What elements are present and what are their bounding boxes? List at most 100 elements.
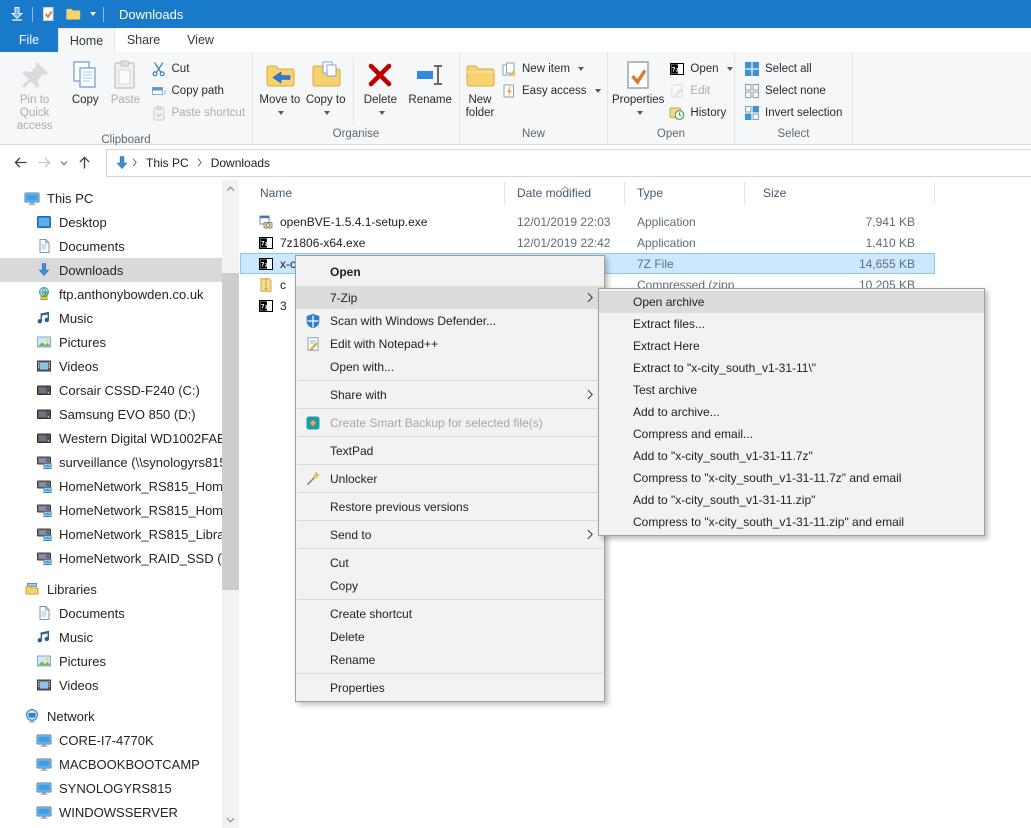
sidebar-item-western-digital-wd1002faex-e[interactable]: Western Digital WD1002FAEX (E bbox=[0, 426, 222, 450]
tab-home[interactable]: Home bbox=[58, 28, 115, 52]
sidebar-item-surveillance-synologyrs815-h[interactable]: surveillance (\\synologyrs815.h bbox=[0, 450, 222, 474]
scrollbar-up-arrow-icon[interactable] bbox=[222, 180, 239, 197]
sidebar-item-documents[interactable]: Documents bbox=[0, 234, 222, 258]
ribbon-button-paste-shortcut[interactable]: Paste shortcut bbox=[146, 102, 251, 124]
sidebar-item-samsung-evo-850-d[interactable]: Samsung EVO 850 (D:) bbox=[0, 402, 222, 426]
tab-view[interactable]: View bbox=[172, 28, 229, 52]
submenu-item-extract-to-x-city-south-v1-31-11[interactable]: Extract to "x-city_south_v1-31-11\" bbox=[599, 357, 984, 379]
context-menu-item-create-smart-backup-for-selected-file-s[interactable]: Create Smart Backup for selected file(s) bbox=[296, 411, 604, 434]
submenu-item-compress-to-x-city-south-v1-31-11-7z-and-email[interactable]: Compress to "x-city_south_v1-31-11.7z" a… bbox=[599, 467, 984, 489]
breadcrumb-this-pc[interactable]: This PC bbox=[140, 150, 195, 176]
back-button[interactable] bbox=[8, 151, 32, 175]
context-menu-item-share-with[interactable]: Share with bbox=[296, 383, 604, 406]
sidebar-item-homenetwork-raid-ssd-win[interactable]: HomeNetwork_RAID_SSD (\\win bbox=[0, 546, 222, 570]
sidebar-item-videos[interactable]: Videos bbox=[0, 673, 222, 697]
up-button[interactable] bbox=[72, 151, 96, 175]
submenu-item-extract-files[interactable]: Extract files... bbox=[599, 313, 984, 335]
dropdown-caret-icon bbox=[727, 67, 733, 71]
ribbon-button-copy[interactable]: Copy bbox=[65, 55, 105, 107]
ribbon-button-properties[interactable]: Properties bbox=[612, 55, 664, 115]
sidebar-item-videos[interactable]: Videos bbox=[0, 354, 222, 378]
sidebar-item-macbookbootcamp[interactable]: MACBOOKBOOTCAMP bbox=[0, 752, 222, 776]
column-header-type[interactable]: Type bbox=[625, 182, 745, 204]
sidebar-item-music[interactable]: Music bbox=[0, 306, 222, 330]
qat-new-folder-icon[interactable] bbox=[65, 6, 81, 22]
submenu-item-extract-here[interactable]: Extract Here bbox=[599, 335, 984, 357]
context-menu-item-create-shortcut[interactable]: Create shortcut bbox=[296, 602, 604, 625]
sidebar-item-homenetwork-rs815-homeme[interactable]: HomeNetwork_RS815_HomeMe bbox=[0, 474, 222, 498]
forward-button[interactable] bbox=[32, 151, 56, 175]
sidebar-item-libraries[interactable]: Libraries bbox=[0, 577, 222, 601]
context-menu-item-7-zip[interactable]: 7-Zip bbox=[296, 286, 604, 309]
ribbon-button-edit[interactable]: Edit bbox=[664, 80, 737, 102]
sidebar-item-core-i7-4770k[interactable]: CORE-I7-4770K bbox=[0, 728, 222, 752]
file-row[interactable]: openBVE-1.5.4.1-setup.exe12/01/2019 22:0… bbox=[240, 211, 935, 232]
context-menu-item-edit-with-notepad[interactable]: Edit with Notepad++ bbox=[296, 332, 604, 355]
qat-customize-chevron-icon[interactable] bbox=[90, 12, 96, 16]
sidebar-item-ftp-anthonybowden-co-uk[interactable]: ftp.anthonybowden.co.uk bbox=[0, 282, 222, 306]
context-menu-item-unlocker[interactable]: Unlocker bbox=[296, 467, 604, 490]
context-menu-item-properties[interactable]: Properties bbox=[296, 676, 604, 699]
context-menu-item-send-to[interactable]: Send to bbox=[296, 523, 604, 546]
scrollbar-thumb[interactable] bbox=[222, 273, 239, 590]
recent-locations-chevron[interactable] bbox=[56, 151, 72, 175]
submenu-item-compress-to-x-city-south-v1-31-11-zip-and-email[interactable]: Compress to "x-city_south_v1-31-11.zip" … bbox=[599, 511, 984, 533]
context-menu-item-rename[interactable]: Rename bbox=[296, 648, 604, 671]
ribbon-button-easy-access[interactable]: Easy access bbox=[496, 80, 606, 102]
sidebar-item-windowsserver[interactable]: WINDOWSSERVER bbox=[0, 800, 222, 824]
sidebar-item-network[interactable]: Network bbox=[0, 704, 222, 728]
context-menu-item-open[interactable]: Open bbox=[296, 258, 604, 286]
ribbon-button-invert-selection[interactable]: Invert selection bbox=[739, 102, 847, 124]
sidebar-item-pictures[interactable]: Pictures bbox=[0, 649, 222, 673]
scrollbar-down-arrow-icon[interactable] bbox=[222, 811, 239, 828]
ribbon-button-move-to[interactable]: Move to bbox=[257, 55, 303, 120]
ribbon-button-pin-to-quick-access[interactable]: Pin to Quick access bbox=[4, 55, 65, 133]
ribbon-button-cut[interactable]: Cut bbox=[146, 58, 251, 80]
ribbon-button-copy-to[interactable]: Copy to bbox=[303, 55, 349, 120]
ribbon-button-paste[interactable]: Paste bbox=[105, 55, 145, 107]
submenu-item-compress-and-email[interactable]: Compress and email... bbox=[599, 423, 984, 445]
ribbon-button-select-none[interactable]: Select none bbox=[739, 80, 847, 102]
address-bar[interactable]: This PC Downloads bbox=[106, 149, 1031, 177]
tab-file[interactable]: File bbox=[0, 28, 58, 52]
context-menu-item-delete[interactable]: Delete bbox=[296, 625, 604, 648]
sidebar-item-homenetwork-rs815-homesto[interactable]: HomeNetwork_RS815_HomeSto bbox=[0, 498, 222, 522]
context-menu-item-open-with[interactable]: Open with... bbox=[296, 355, 604, 378]
ribbon-button-delete[interactable]: Delete bbox=[358, 55, 404, 115]
sidebar-item-documents[interactable]: Documents bbox=[0, 601, 222, 625]
context-menu-item-restore-previous-versions[interactable]: Restore previous versions bbox=[296, 495, 604, 518]
submenu-item-add-to-archive[interactable]: Add to archive... bbox=[599, 401, 984, 423]
ribbon-button-rename[interactable]: Rename bbox=[403, 55, 457, 107]
sidebar-scrollbar[interactable] bbox=[222, 180, 239, 828]
column-header-name[interactable]: Name bbox=[240, 182, 505, 204]
sidebar-item-corsair-cssd-f240-c[interactable]: Corsair CSSD-F240 (C:) bbox=[0, 378, 222, 402]
ribbon-button-open[interactable]: 7zOpen bbox=[664, 58, 737, 80]
sidebar-item-this-pc[interactable]: This PC bbox=[0, 186, 222, 210]
sidebar-item-desktop[interactable]: Desktop bbox=[0, 210, 222, 234]
context-menu-item-textpad[interactable]: TextPad bbox=[296, 439, 604, 462]
submenu-item-open-archive[interactable]: Open archive bbox=[599, 291, 984, 313]
tab-share[interactable]: Share bbox=[115, 28, 172, 52]
ribbon-button-select-all[interactable]: Select all bbox=[739, 58, 847, 80]
submenu-item-add-to-x-city-south-v1-31-11-zip[interactable]: Add to "x-city_south_v1-31-11.zip" bbox=[599, 489, 984, 511]
context-menu-item-scan-with-windows-defender[interactable]: Scan with Windows Defender... bbox=[296, 309, 604, 332]
submenu-item-add-to-x-city-south-v1-31-11-7z[interactable]: Add to "x-city_south_v1-31-11.7z" bbox=[599, 445, 984, 467]
sidebar-item-homenetwork-rs815-library[interactable]: HomeNetwork_RS815_Library (\ bbox=[0, 522, 222, 546]
file-row[interactable]: 7z7z1806-x64.exe12/01/2019 22:42Applicat… bbox=[240, 232, 935, 253]
sidebar-item-downloads[interactable]: Downloads bbox=[0, 258, 222, 282]
breadcrumb-downloads[interactable]: Downloads bbox=[205, 150, 276, 176]
submenu-item-test-archive[interactable]: Test archive bbox=[599, 379, 984, 401]
context-menu-item-cut[interactable]: Cut bbox=[296, 551, 604, 574]
ribbon-button-copy-path[interactable]: Copy path bbox=[146, 80, 251, 102]
qat-properties-icon[interactable] bbox=[40, 6, 56, 22]
ribbon-button-new-item[interactable]: New item bbox=[496, 58, 606, 80]
sidebar-item-pictures[interactable]: Pictures bbox=[0, 330, 222, 354]
column-header-size[interactable]: Size bbox=[745, 182, 935, 204]
ribbon-button-new-folder[interactable]: New folder bbox=[464, 55, 496, 120]
sidebar-item-music[interactable]: Music bbox=[0, 625, 222, 649]
ribbon-button-history[interactable]: History bbox=[664, 102, 737, 124]
context-menu-item-copy[interactable]: Copy bbox=[296, 574, 604, 597]
sidebar-item-synologyrs815[interactable]: SYNOLOGYRS815 bbox=[0, 776, 222, 800]
dropdown-caret-icon bbox=[379, 111, 385, 115]
column-header-date-modified[interactable]: Date modified bbox=[505, 182, 625, 204]
